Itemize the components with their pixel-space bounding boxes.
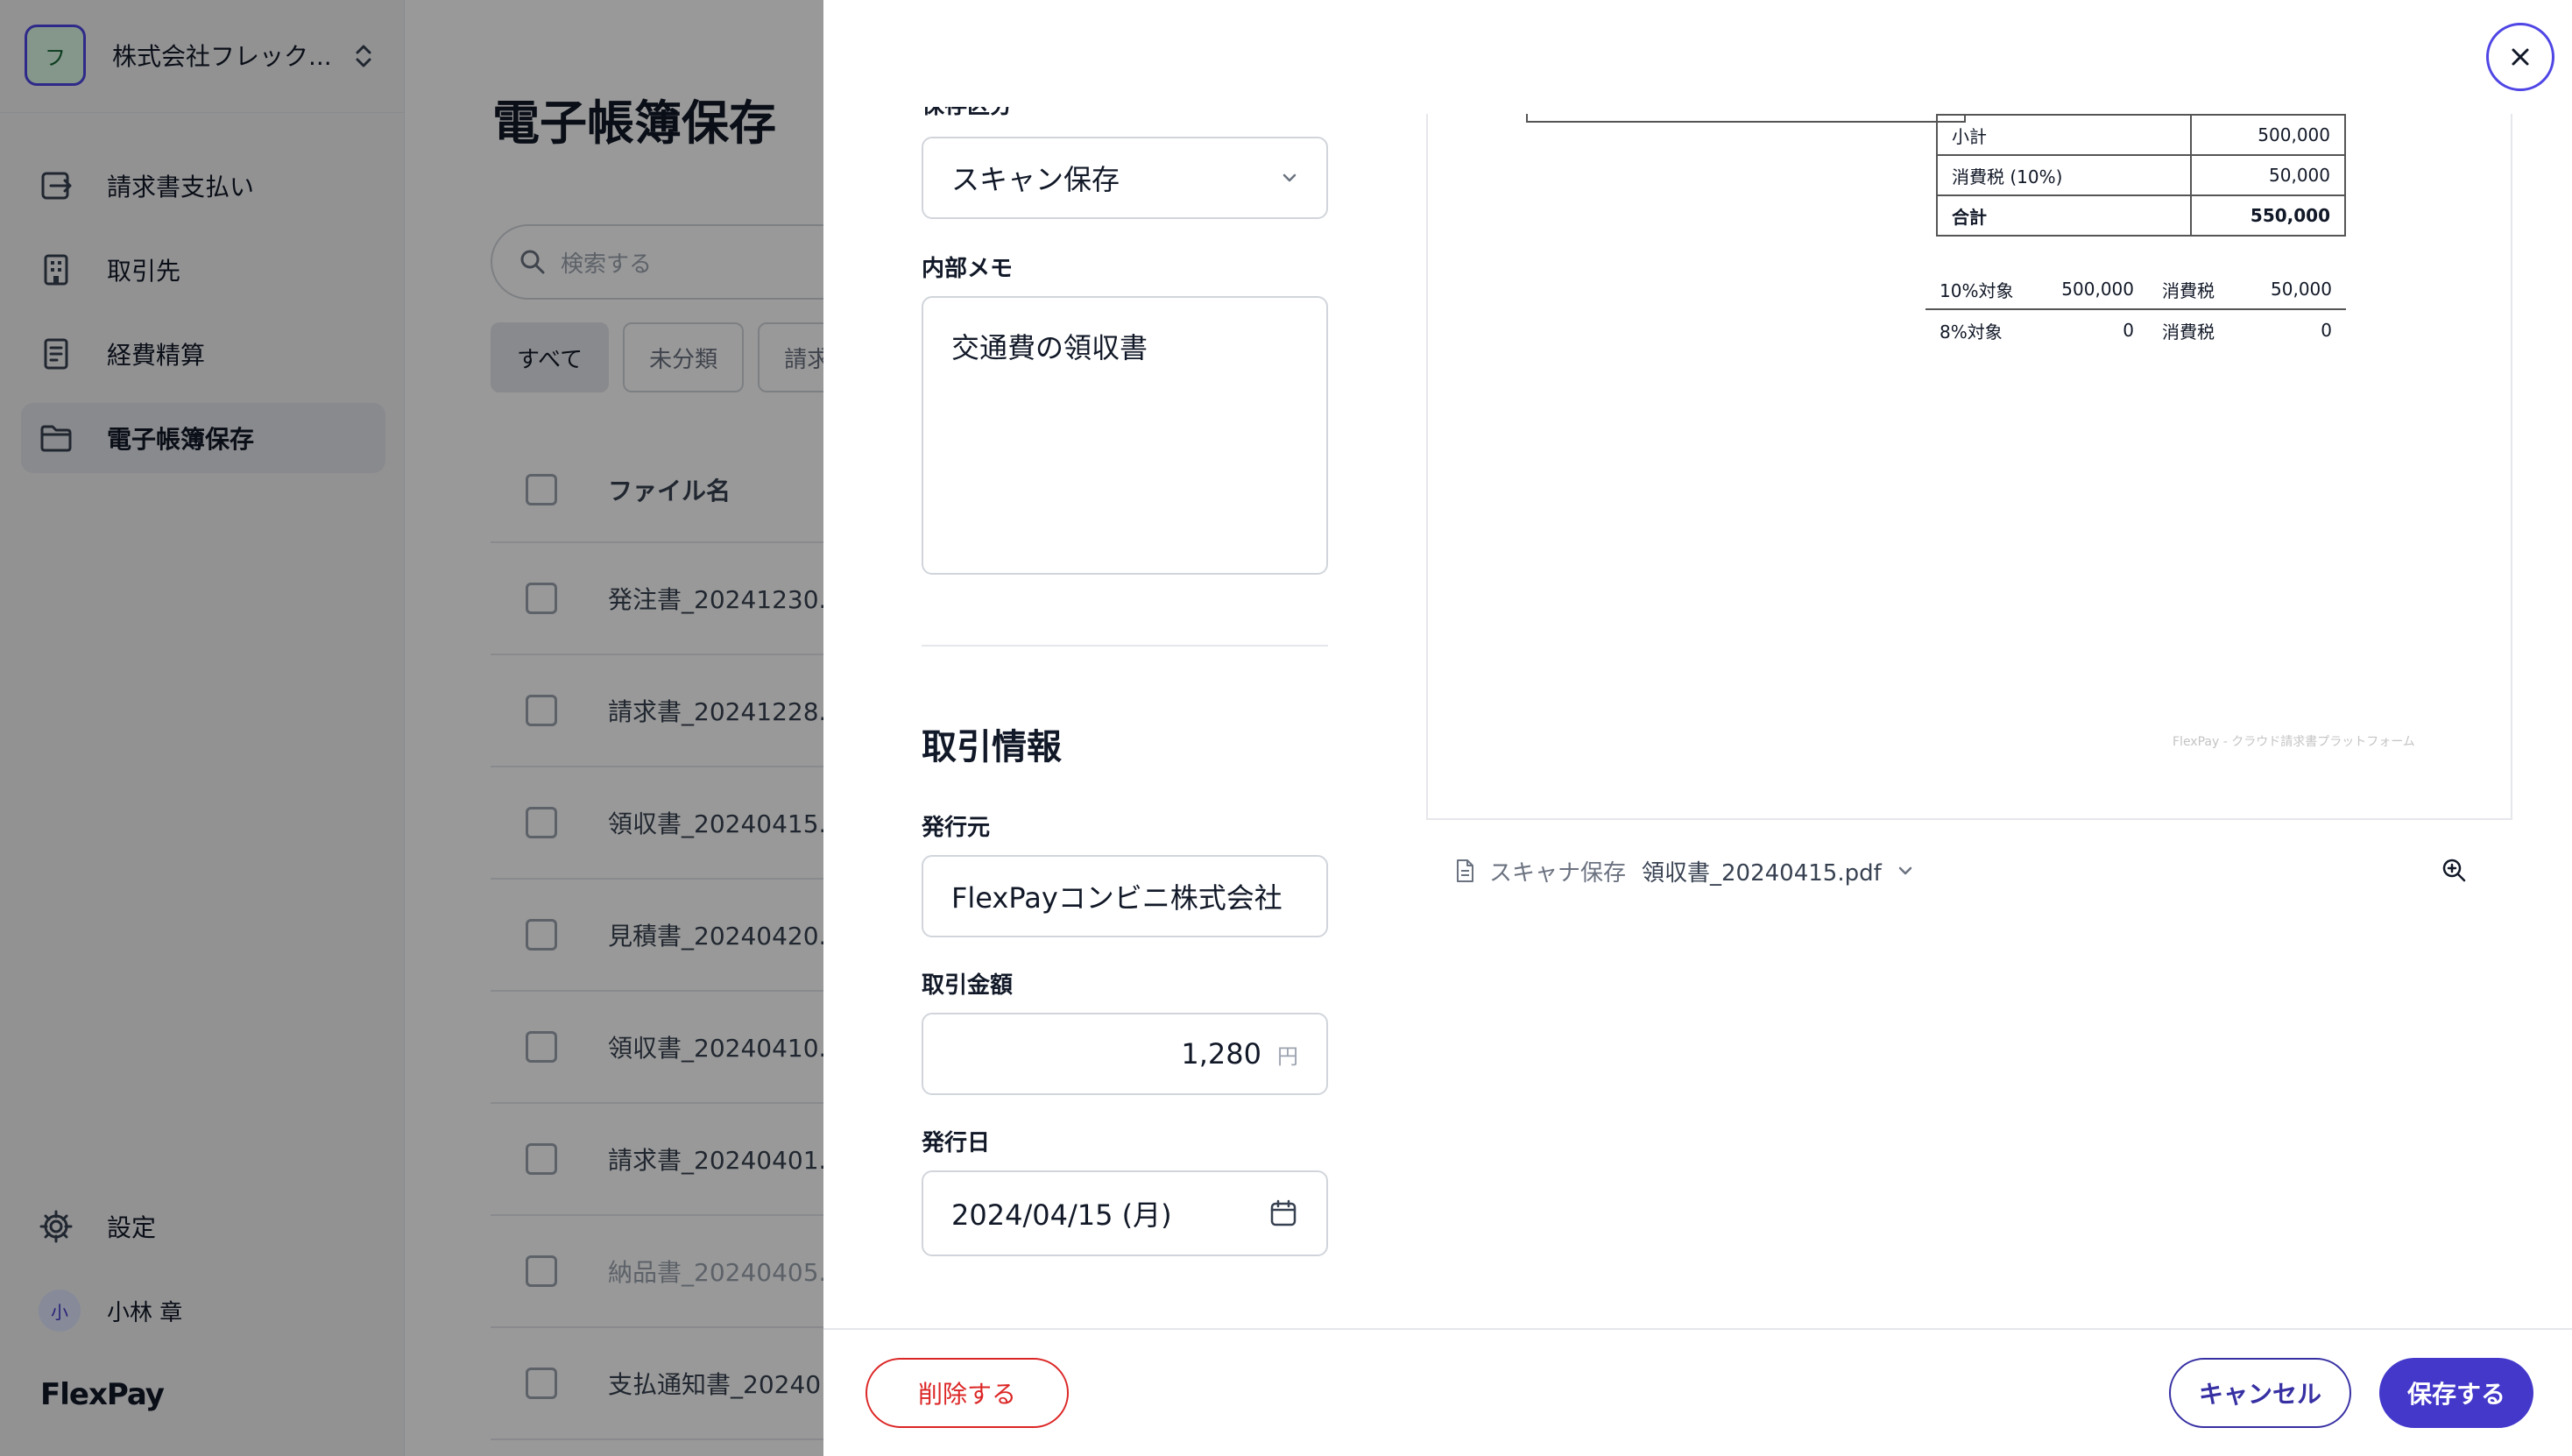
doc-summary-table: 小計 500,000 消費税 (10%) 50,000 合計 550,000	[1936, 114, 2346, 237]
memo-label: 内部メモ	[922, 256, 1014, 282]
document-preview: 小計 500,000 消費税 (10%) 50,000 合計 550,000 1…	[1426, 114, 2512, 820]
doc-tax-target: 8%対象	[1940, 321, 2003, 343]
doc-tax-label: 消費税	[2162, 279, 2215, 301]
amount-unit: 円	[1277, 1043, 1298, 1069]
amount-label: 取引金額	[922, 972, 1014, 999]
doc-tax-amount: 500,000	[2061, 279, 2134, 300]
issuer-input[interactable]: FlexPayコンビニ株式会社	[922, 855, 1328, 937]
doc-tax-amount: 0	[2123, 320, 2134, 341]
storage-type-value: スキャン保存	[951, 163, 1120, 196]
close-icon	[2512, 48, 2529, 66]
doc-summary-label: 消費税 (10%)	[1936, 154, 2192, 196]
drawer-footer: 削除する キャンセル 保存する	[823, 1328, 2572, 1456]
doc-tax-table: 10%対象 500,000 消費税 50,000 8%対象 0 消費税 0	[1925, 270, 2346, 350]
doc-summary-label: 小計	[1936, 114, 2192, 156]
file-name: 領収書_20240415.pdf	[1642, 859, 1882, 887]
memo-textarea[interactable]: 交通費の領収書	[922, 296, 1328, 575]
document-icon	[1457, 859, 1473, 882]
cancel-button[interactable]: キャンセル	[2169, 1358, 2351, 1428]
zoom-in-button[interactable]	[2441, 857, 2467, 887]
doc-summary-value: 550,000	[2190, 194, 2346, 237]
doc-summary-row: 合計 550,000	[1936, 194, 2346, 237]
date-label: 発行日	[922, 1130, 991, 1156]
calendar-icon[interactable]	[1268, 1198, 1298, 1228]
storage-type-label: 保存区分	[922, 93, 1014, 119]
issuer-label: 発行元	[922, 815, 991, 841]
issuer-value: FlexPayコンビニ株式会社	[951, 881, 1282, 915]
delete-button[interactable]: 削除する	[866, 1358, 1069, 1428]
doc-summary-label: 合計	[1936, 194, 2192, 237]
doc-summary-row: 小計 500,000	[1936, 114, 2346, 156]
storage-type-select[interactable]: スキャン保存	[922, 137, 1328, 219]
amount-input[interactable]: 1,280 円	[922, 1013, 1328, 1095]
doc-tax-target: 10%対象	[1940, 279, 2014, 301]
chevron-down-icon	[1898, 866, 1912, 875]
doc-tax-label: 消費税	[2162, 321, 2215, 343]
doc-watermark: FlexPay - クラウド請求書プラットフォーム	[2173, 735, 2415, 749]
zoom-in-icon	[2442, 859, 2466, 882]
close-button[interactable]	[2486, 23, 2554, 91]
date-value: 2024/04/15 (月)	[951, 1198, 1172, 1232]
amount-value: 1,280	[1181, 1037, 1261, 1071]
section-title-transaction: 取引情報	[922, 727, 1062, 767]
doc-summary-value: 50,000	[2190, 154, 2346, 196]
doc-tax-value: 0	[2321, 320, 2332, 341]
doc-table-edge	[1526, 114, 1964, 123]
doc-summary-row: 消費税 (10%) 50,000	[1936, 154, 2346, 196]
section-divider	[922, 645, 1328, 647]
doc-tax-row: 10%対象 500,000 消費税 50,000	[1925, 270, 2346, 310]
doc-tax-value: 50,000	[2271, 279, 2332, 300]
chevron-down-icon	[1282, 173, 1297, 182]
date-picker[interactable]: 2024/04/15 (月)	[922, 1170, 1328, 1256]
edit-drawer: 保存区分 スキャン保存 内部メモ 交通費の領収書 取引情報 発行元 FlexPa…	[823, 0, 2572, 1456]
save-button[interactable]: 保存する	[2379, 1358, 2533, 1428]
memo-value: 交通費の領収書	[951, 331, 1148, 364]
file-kind: スキャナ保存	[1489, 859, 1627, 887]
doc-tax-row: 8%対象 0 消費税 0	[1925, 310, 2346, 350]
file-selector[interactable]: スキャナ保存 領収書_20240415.pdf	[1454, 852, 1913, 890]
doc-summary-value: 500,000	[2190, 114, 2346, 156]
